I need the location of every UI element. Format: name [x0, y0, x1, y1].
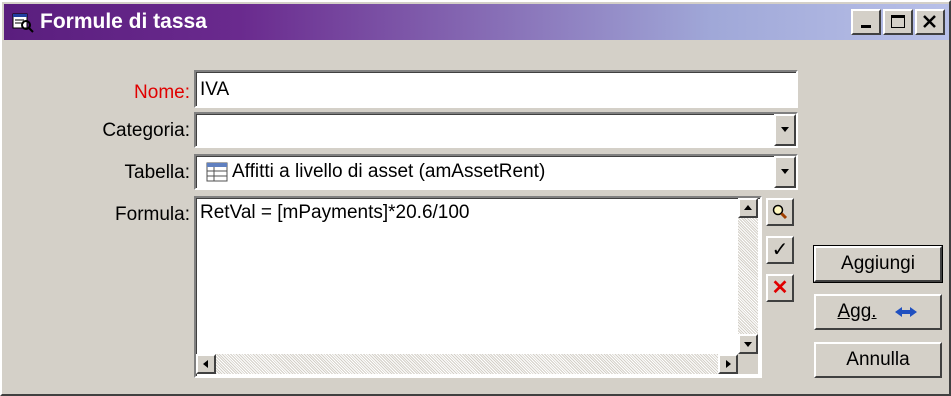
- app-icon: [12, 11, 34, 33]
- title-bar[interactable]: Formule di tassa: [4, 4, 949, 40]
- update-button[interactable]: Agg.: [814, 294, 942, 330]
- formula-label: Formula:: [115, 204, 190, 225]
- add-button-label: Aggiungi: [841, 253, 915, 274]
- search-icon: [772, 204, 788, 220]
- scroll-right-button[interactable]: [718, 354, 738, 374]
- tabella-label: Tabella:: [124, 162, 191, 183]
- formula-value: RetVal = [mPayments]*20.6/100: [200, 202, 470, 223]
- clear-icon: ✕: [771, 277, 789, 299]
- scroll-up-button[interactable]: [738, 198, 758, 218]
- maximize-icon: [891, 15, 905, 28]
- cancel-button-label: Annulla: [846, 349, 910, 370]
- dialog-window: Formule di tassa Nome: IVA Categoria: Ta…: [0, 0, 951, 396]
- check-icon: ✓: [771, 239, 789, 261]
- maximize-button[interactable]: [883, 9, 913, 35]
- formula-check-button[interactable]: ✓: [766, 236, 794, 264]
- scrollbar-corner: [738, 354, 758, 374]
- tabella-select[interactable]: Affitti a livello di asset (amAssetRent): [194, 154, 798, 190]
- close-icon: [923, 15, 936, 28]
- horizontal-scrollbar[interactable]: [196, 354, 738, 374]
- categoria-label: Categoria:: [102, 120, 190, 141]
- scroll-left-button[interactable]: [196, 354, 216, 374]
- categoria-select[interactable]: [194, 112, 798, 148]
- add-button[interactable]: Aggiungi: [813, 245, 943, 283]
- categoria-dropdown-button[interactable]: [774, 114, 796, 146]
- update-button-label: Agg.: [837, 301, 877, 322]
- nome-label: Nome:: [134, 82, 190, 103]
- formula-editor[interactable]: RetVal = [mPayments]*20.6/100: [194, 196, 762, 378]
- window-title: Formule di tassa: [40, 10, 207, 33]
- sync-arrows-icon: [894, 307, 917, 317]
- tabella-value: Affitti a livello di asset (amAssetRent): [232, 161, 546, 182]
- window-controls: [851, 9, 945, 35]
- tabella-dropdown-button[interactable]: [774, 156, 796, 188]
- table-icon: [206, 162, 228, 188]
- close-button[interactable]: [915, 9, 945, 35]
- minimize-icon: [861, 25, 871, 28]
- formula-search-button[interactable]: [766, 198, 794, 226]
- vertical-scrollbar[interactable]: [738, 198, 758, 354]
- nome-input[interactable]: IVA: [194, 70, 798, 108]
- minimize-button[interactable]: [851, 9, 881, 35]
- cancel-button[interactable]: Annulla: [814, 342, 942, 378]
- nome-value: IVA: [200, 79, 230, 100]
- scroll-down-button[interactable]: [738, 334, 758, 354]
- formula-clear-button[interactable]: ✕: [766, 274, 794, 302]
